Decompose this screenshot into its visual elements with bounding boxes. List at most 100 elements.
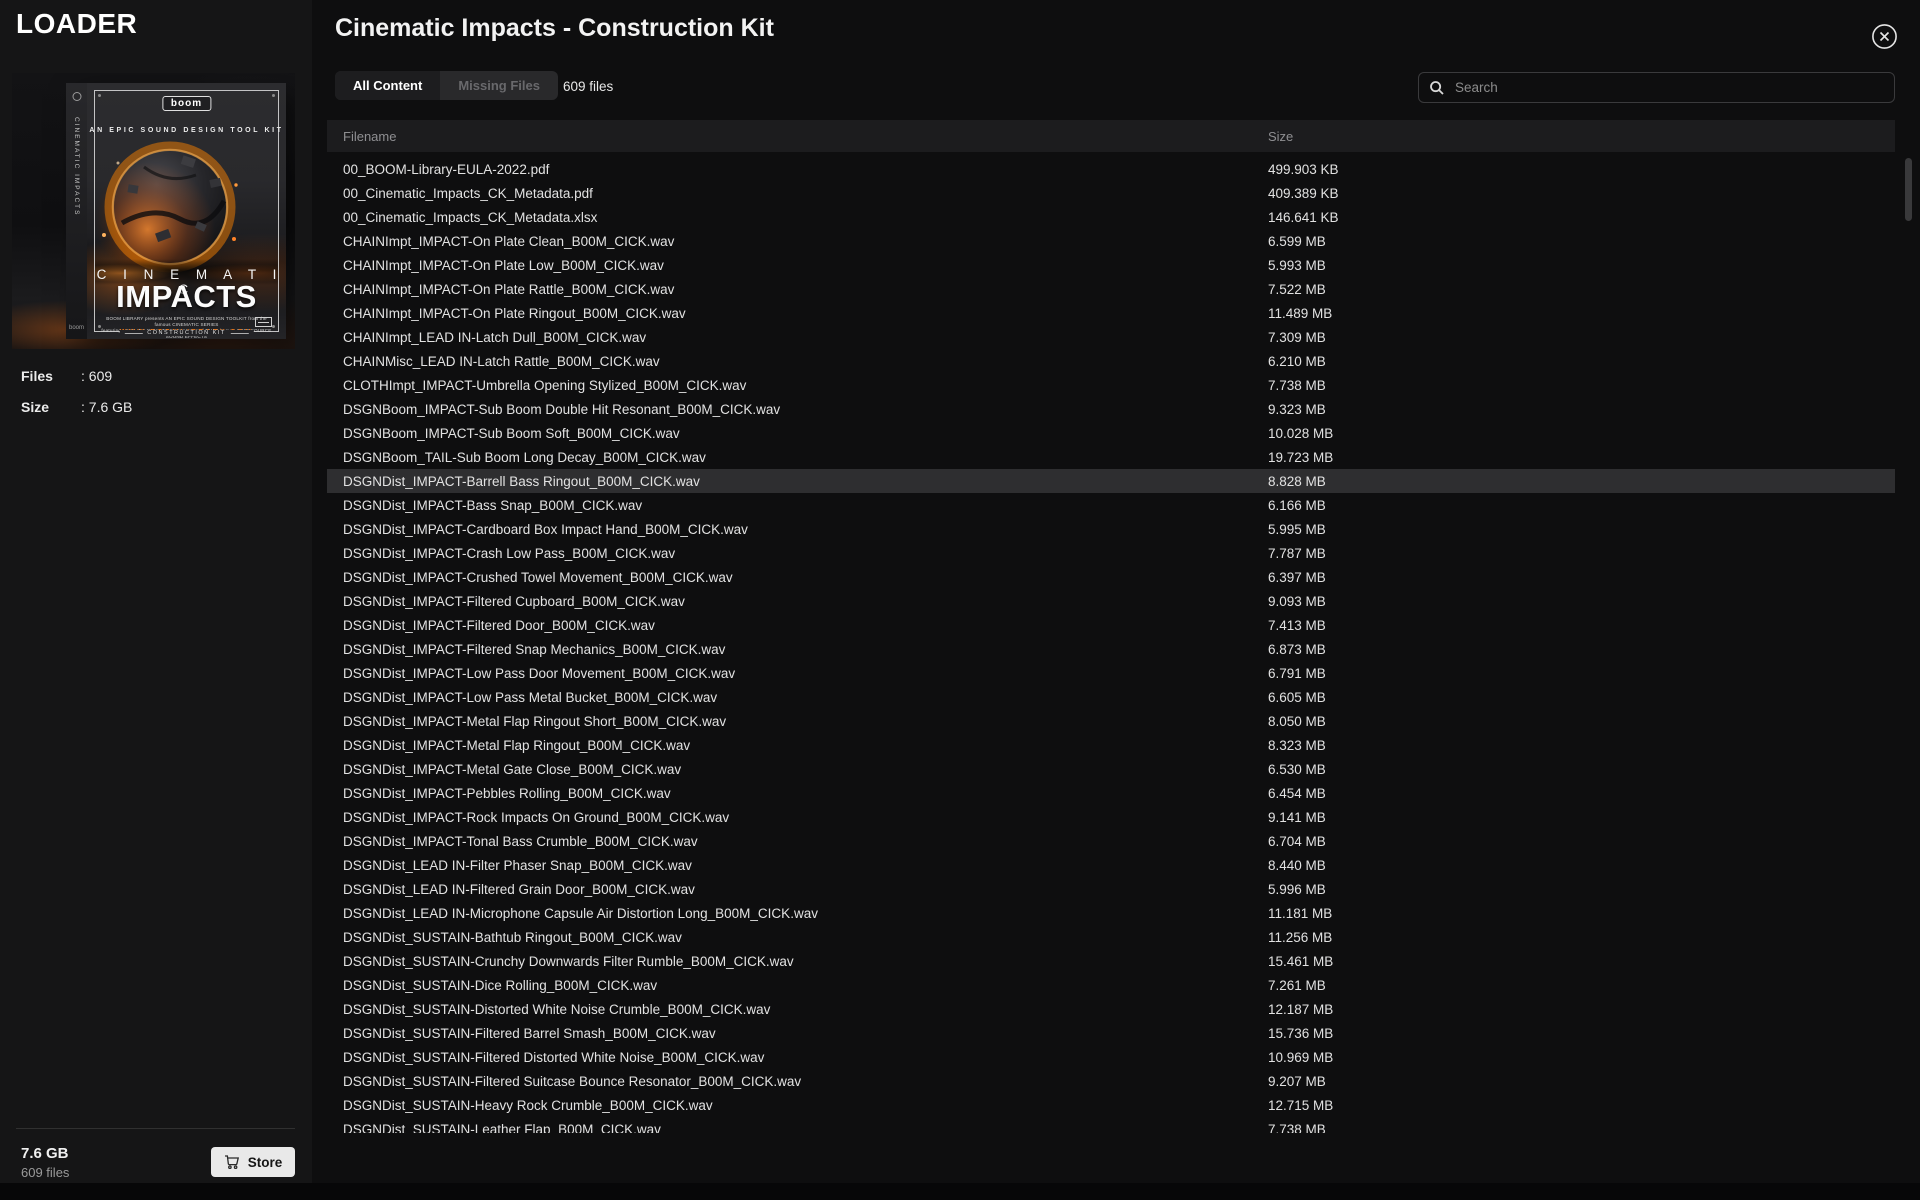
- file-name-cell: 00_Cinematic_Impacts_CK_Metadata.pdf: [327, 186, 593, 201]
- table-row[interactable]: CHAINImpt_IMPACT-On Plate Low_B00M_CICK.…: [327, 253, 1895, 277]
- file-size-cell: 7.787 MB: [1268, 546, 1326, 561]
- table-row[interactable]: DSGNDist_IMPACT-Bass Snap_B00M_CICK.wav …: [327, 493, 1895, 517]
- table-row[interactable]: DSGNDist_SUSTAIN-Dice Rolling_B00M_CICK.…: [327, 973, 1895, 997]
- table-row[interactable]: DSGNDist_IMPACT-Low Pass Metal Bucket_B0…: [327, 685, 1895, 709]
- table-row[interactable]: DSGNDist_SUSTAIN-Filtered Suitcase Bounc…: [327, 1069, 1895, 1093]
- close-button[interactable]: [1870, 22, 1899, 51]
- table-row[interactable]: DSGNDist_IMPACT-Crash Low Pass_B00M_CICK…: [327, 541, 1895, 565]
- product-cover-image: CINEMATIC IMPACTS boom boom AN EPIC SOUN…: [12, 73, 295, 349]
- files-label: Files: [21, 368, 81, 384]
- file-size-cell: 6.454 MB: [1268, 786, 1326, 801]
- file-size-cell: 19.723 MB: [1268, 450, 1333, 465]
- table-row[interactable]: DSGNDist_LEAD IN-Filtered Grain Door_B00…: [327, 877, 1895, 901]
- table-row[interactable]: DSGNDist_IMPACT-Filtered Door_B00M_CICK.…: [327, 613, 1895, 637]
- cover-kit-label: CONSTRUCTION KIT: [119, 330, 253, 336]
- table-row[interactable]: DSGNDist_SUSTAIN-Crunchy Downwards Filte…: [327, 949, 1895, 973]
- table-row[interactable]: 00_BOOM-Library-EULA-2022.pdf 499.903 KB: [327, 157, 1895, 181]
- table-row[interactable]: DSGNDist_IMPACT-Filtered Snap Mechanics_…: [327, 637, 1895, 661]
- table-row[interactable]: CHAINImpt_IMPACT-On Plate Ringout_B00M_C…: [327, 301, 1895, 325]
- product-detail-panel: Cinematic Impacts - Construction Kit All…: [312, 0, 1920, 1183]
- file-size-cell: 12.715 MB: [1268, 1098, 1333, 1113]
- table-row[interactable]: DSGNDist_IMPACT-Cardboard Box Impact Han…: [327, 517, 1895, 541]
- cover-credit-line: BOOM LIBRARY presents AN EPIC SOUND DESI…: [101, 316, 272, 328]
- file-name-cell: DSGNDist_IMPACT-Metal Flap Ringout_B00M_…: [327, 738, 690, 753]
- page-title: Cinematic Impacts - Construction Kit: [335, 14, 774, 43]
- file-size-cell: 5.995 MB: [1268, 522, 1326, 537]
- file-size-cell: 7.261 MB: [1268, 978, 1326, 993]
- store-button[interactable]: Store: [211, 1147, 295, 1177]
- table-row[interactable]: DSGNDist_IMPACT-Barrell Bass Ringout_B00…: [327, 469, 1895, 493]
- file-size-cell: 8.050 MB: [1268, 714, 1326, 729]
- file-name-cell: DSGNBoom_IMPACT-Sub Boom Double Hit Reso…: [327, 402, 780, 417]
- scrollbar-thumb[interactable]: [1905, 158, 1912, 221]
- files-count-label: 609 files: [563, 79, 613, 94]
- file-name-cell: DSGNDist_SUSTAIN-Filtered Suitcase Bounc…: [327, 1074, 801, 1089]
- file-name-cell: DSGNDist_IMPACT-Crash Low Pass_B00M_CICK…: [327, 546, 675, 561]
- sidebar-footer-divider: [16, 1128, 295, 1129]
- spine-logo-icon: [72, 92, 81, 101]
- table-row[interactable]: DSGNDist_IMPACT-Metal Gate Close_B00M_CI…: [327, 757, 1895, 781]
- table-row[interactable]: DSGNDist_IMPACT-Metal Flap Ringout_B00M_…: [327, 733, 1895, 757]
- table-row[interactable]: DSGNDist_IMPACT-Rock Impacts On Ground_B…: [327, 805, 1895, 829]
- table-row[interactable]: DSGNDist_IMPACT-Filtered Cupboard_B00M_C…: [327, 589, 1895, 613]
- file-size-cell: 15.461 MB: [1268, 954, 1333, 969]
- search-box[interactable]: [1418, 72, 1895, 103]
- files-meta-row: Files : 609: [21, 368, 112, 384]
- file-name-cell: CHAINImpt_IMPACT-On Plate Clean_B00M_CIC…: [327, 234, 674, 249]
- table-row[interactable]: DSGNDist_SUSTAIN-Filtered Barrel Smash_B…: [327, 1021, 1895, 1045]
- spine-brand: boom: [69, 325, 84, 331]
- table-row[interactable]: DSGNDist_LEAD IN-Filter Phaser Snap_B00M…: [327, 853, 1895, 877]
- tab-missing-files[interactable]: Missing Files: [440, 71, 558, 100]
- table-row[interactable]: DSGNDist_SUSTAIN-Filtered Distorted Whit…: [327, 1045, 1895, 1069]
- file-name-cell: DSGNDist_SUSTAIN-Heavy Rock Crumble_B00M…: [327, 1098, 713, 1113]
- file-size-cell: 6.166 MB: [1268, 498, 1326, 513]
- file-name-cell: 00_BOOM-Library-EULA-2022.pdf: [327, 162, 549, 177]
- file-size-cell: 5.993 MB: [1268, 258, 1326, 273]
- file-size-cell: 7.309 MB: [1268, 330, 1326, 345]
- table-row[interactable]: CHAINMisc_LEAD IN-Latch Rattle_B00M_CICK…: [327, 349, 1895, 373]
- tab-all-content[interactable]: All Content: [335, 71, 440, 100]
- table-row[interactable]: DSGNDist_LEAD IN-Microphone Capsule Air …: [327, 901, 1895, 925]
- table-row[interactable]: 00_Cinematic_Impacts_CK_Metadata.pdf 409…: [327, 181, 1895, 205]
- table-row[interactable]: DSGNDist_SUSTAIN-Bathtub Ringout_B00M_CI…: [327, 925, 1895, 949]
- file-size-cell: 5.996 MB: [1268, 882, 1326, 897]
- search-icon: [1429, 80, 1445, 96]
- cover-credits: BOOM LIBRARY presents AN EPIC SOUND DESI…: [101, 316, 272, 340]
- search-input[interactable]: [1455, 80, 1884, 95]
- table-row[interactable]: 00_Cinematic_Impacts_CK_Metadata.xlsx 14…: [327, 205, 1895, 229]
- table-row[interactable]: DSGNDist_IMPACT-Metal Flap Ringout Short…: [327, 709, 1895, 733]
- app-logo: LOADER: [16, 8, 137, 40]
- table-row[interactable]: DSGNDist_IMPACT-Tonal Bass Crumble_B00M_…: [327, 829, 1895, 853]
- table-row[interactable]: CLOTHImpt_IMPACT-Umbrella Opening Styliz…: [327, 373, 1895, 397]
- file-name-cell: DSGNDist_IMPACT-Low Pass Door Movement_B…: [327, 666, 735, 681]
- file-size-cell: 9.207 MB: [1268, 1074, 1326, 1089]
- file-name-cell: DSGNDist_LEAD IN-Microphone Capsule Air …: [327, 906, 818, 921]
- file-size-cell: 8.440 MB: [1268, 858, 1326, 873]
- table-row[interactable]: DSGNDist_IMPACT-Pebbles Rolling_B00M_CIC…: [327, 781, 1895, 805]
- table-row[interactable]: DSGNBoom_TAIL-Sub Boom Long Decay_B00M_C…: [327, 445, 1895, 469]
- file-size-cell: 8.323 MB: [1268, 738, 1326, 753]
- total-files: 609 files: [21, 1165, 69, 1180]
- table-row[interactable]: DSGNDist_IMPACT-Crushed Towel Movement_B…: [327, 565, 1895, 589]
- table-row[interactable]: DSGNDist_SUSTAIN-Distorted White Noise C…: [327, 997, 1895, 1021]
- table-row[interactable]: DSGNBoom_IMPACT-Sub Boom Double Hit Reso…: [327, 397, 1895, 421]
- table-row[interactable]: CHAINImpt_IMPACT-On Plate Clean_B00M_CIC…: [327, 229, 1895, 253]
- table-row[interactable]: DSGNBoom_IMPACT-Sub Boom Soft_B00M_CICK.…: [327, 421, 1895, 445]
- table-row[interactable]: DSGNDist_SUSTAIN-Leather Flap_B00M_CICK.…: [327, 1117, 1895, 1133]
- file-name-cell: DSGNDist_SUSTAIN-Distorted White Noise C…: [327, 1002, 770, 1017]
- file-size-cell: 7.738 MB: [1268, 1122, 1326, 1134]
- total-size: 7.6 GB: [21, 1145, 69, 1162]
- spine-title: CINEMATIC IMPACTS: [73, 117, 80, 216]
- table-row[interactable]: DSGNDist_IMPACT-Low Pass Door Movement_B…: [327, 661, 1895, 685]
- size-value: : 7.6 GB: [81, 399, 132, 415]
- file-name-cell: DSGNDist_SUSTAIN-Crunchy Downwards Filte…: [327, 954, 794, 969]
- file-name-cell: DSGNBoom_TAIL-Sub Boom Long Decay_B00M_C…: [327, 450, 706, 465]
- table-row[interactable]: DSGNDist_SUSTAIN-Heavy Rock Crumble_B00M…: [327, 1093, 1895, 1117]
- table-row[interactable]: CHAINImpt_LEAD IN-Latch Dull_B00M_CICK.w…: [327, 325, 1895, 349]
- file-size-cell: 8.828 MB: [1268, 474, 1326, 489]
- table-row[interactable]: CHAINImpt_IMPACT-On Plate Rattle_B00M_CI…: [327, 277, 1895, 301]
- file-size-cell: 11.489 MB: [1268, 306, 1332, 321]
- cover-title-impacts: IMPACTS: [87, 279, 286, 315]
- file-size-cell: 6.599 MB: [1268, 234, 1326, 249]
- file-name-cell: CHAINImpt_IMPACT-On Plate Ringout_B00M_C…: [327, 306, 686, 321]
